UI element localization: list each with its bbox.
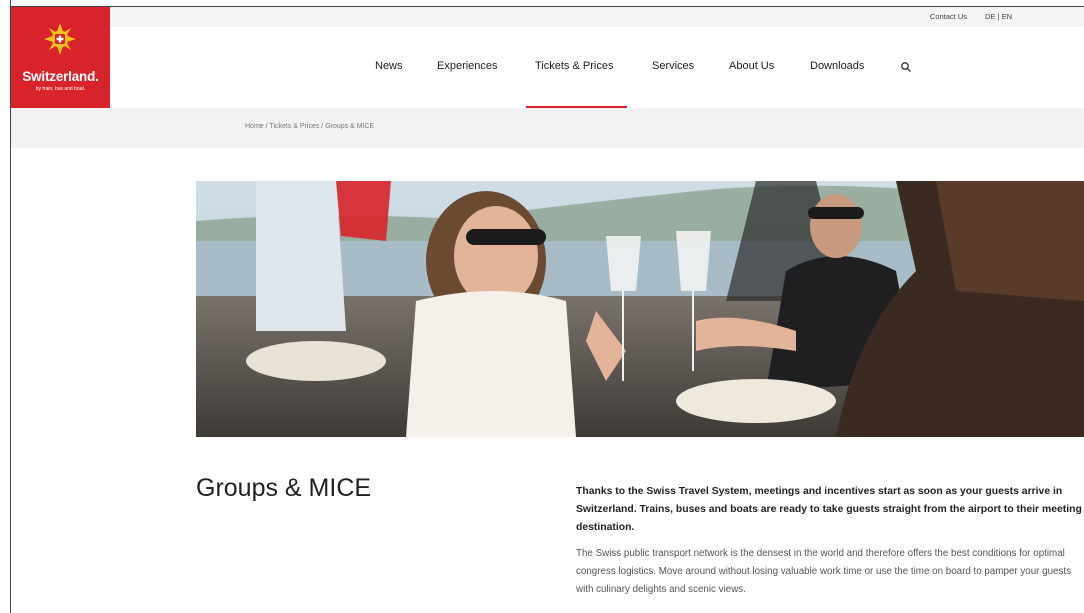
breadcrumb-current: Groups & MICE (325, 123, 375, 130)
intro-paragraph: Thanks to the Swiss Travel System, meeti… (576, 486, 1082, 533)
breadcrumb-separator: / (321, 123, 324, 130)
lang-de-link[interactable]: DE (985, 12, 995, 21)
hero-image (196, 181, 1084, 437)
breadcrumb-bar: Home / Tickets & Prices / Groups & MICE (11, 108, 1084, 148)
lang-separator: | (997, 12, 1000, 21)
breadcrumb-separator: / (265, 123, 268, 130)
search-icon[interactable] (900, 61, 912, 73)
contact-us-link[interactable]: Contact Us (930, 12, 967, 21)
switzerland-logo[interactable]: Switzerland. by train, bus and boat. (11, 7, 110, 108)
utility-links: Contact Us DE | EN (930, 12, 1012, 21)
nav-item-experiences[interactable]: Experiences (437, 60, 498, 72)
swiss-sun-cross-icon (44, 23, 76, 55)
page-title: Groups & MICE (196, 474, 372, 502)
nav-item-about-us[interactable]: About Us (729, 60, 774, 72)
breadcrumb: Home / Tickets & Prices / Groups & MICE (245, 123, 374, 130)
language-switcher: DE | EN (985, 12, 1012, 21)
nav-item-services[interactable]: Services (652, 60, 694, 72)
nav-item-tickets-prices[interactable]: Tickets & Prices (535, 60, 613, 72)
lang-en-link[interactable]: EN (1002, 12, 1012, 21)
nav-item-downloads[interactable]: Downloads (810, 60, 864, 72)
breadcrumb-home[interactable]: Home (245, 123, 264, 130)
logo-brand-text: Switzerland. (22, 69, 99, 84)
nav-item-news[interactable]: News (375, 60, 403, 72)
utility-bar: Contact Us DE | EN (11, 7, 1084, 27)
logo-tagline: by train, bus and boat. (35, 86, 86, 92)
body-paragraph: The Swiss public transport network is th… (576, 548, 1071, 595)
breadcrumb-tickets-prices[interactable]: Tickets & Prices (269, 123, 319, 130)
